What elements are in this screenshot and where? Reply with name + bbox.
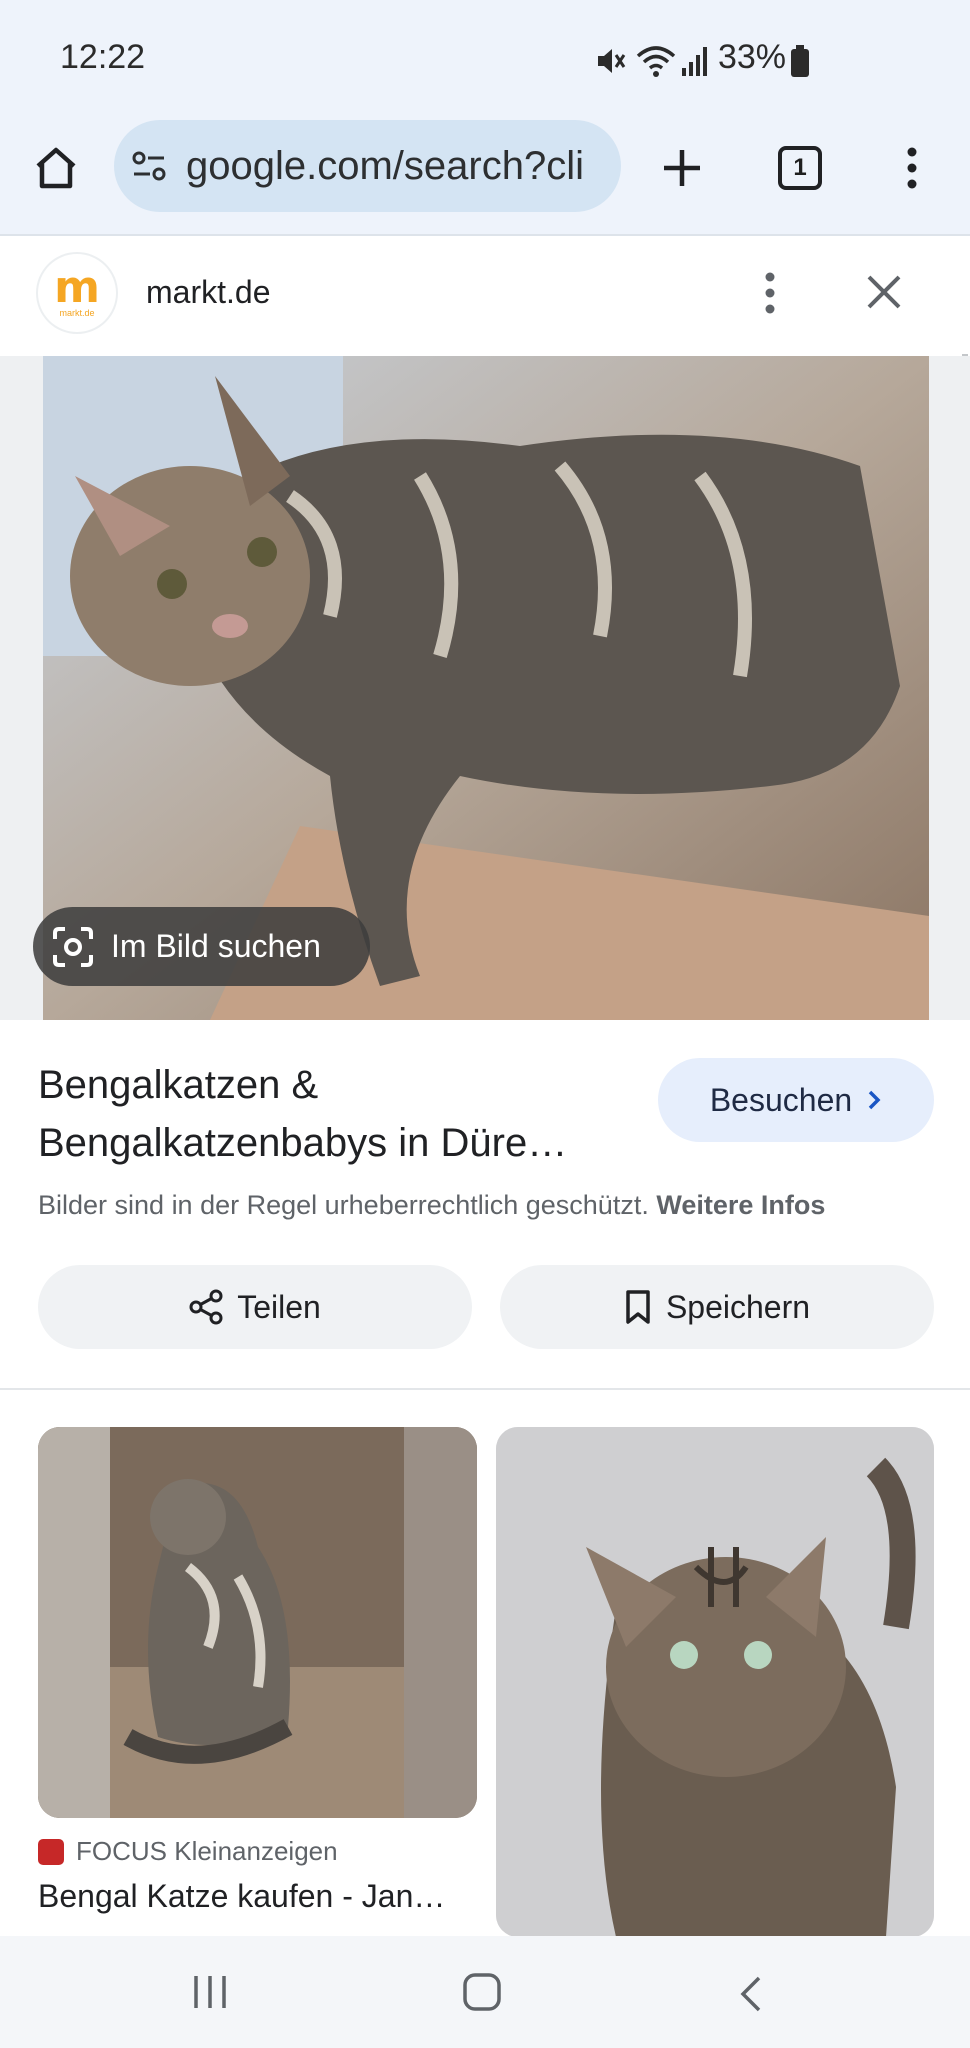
share-icon [189, 1289, 223, 1325]
related-caption-1[interactable]: Bengal Katze kaufen - Jan… [38, 1878, 478, 1915]
panel-header: m markt.de markt.de [0, 236, 970, 354]
save-label: Speichern [665, 1288, 811, 1325]
battery-icon [791, 45, 809, 77]
browser-toolbar: google.com/search?cli 1 [0, 120, 970, 236]
tab-switcher-button[interactable]: 1 [778, 146, 822, 190]
close-icon[interactable] [864, 272, 904, 312]
bengal-cat-photo [496, 1427, 934, 1937]
recents-icon[interactable] [190, 1974, 230, 2010]
title-line-1: Bengalkatzen & [38, 1063, 319, 1107]
copyright-text: Bilder sind in der Regel urheberrechtlic… [38, 1190, 649, 1220]
new-tab-icon[interactable] [660, 146, 704, 190]
copyright-notice: Bilder sind in der Regel urheberrechtlic… [38, 1190, 825, 1221]
site-info-icon[interactable] [130, 147, 168, 185]
visit-button[interactable]: Besuchen [658, 1058, 934, 1142]
url-text[interactable]: google.com/search?cli [186, 144, 606, 189]
logo-letter: m [54, 262, 100, 313]
more-vert-icon[interactable] [900, 144, 924, 192]
bookmark-icon [626, 1290, 650, 1324]
lens-icon [53, 926, 93, 967]
home-icon[interactable] [32, 144, 80, 192]
more-info-link[interactable]: Weitere Infos [656, 1190, 825, 1220]
kitten-photo [38, 1427, 477, 1818]
battery-percent: 33% [717, 38, 786, 76]
lens-search-chip[interactable]: Im Bild suchen [33, 907, 370, 986]
site-name[interactable]: markt.de [146, 274, 270, 311]
share-label: Teilen [237, 1288, 321, 1325]
save-button[interactable]: Speichern [500, 1265, 934, 1349]
wifi-icon [636, 46, 676, 77]
panel-menu-icon[interactable] [760, 270, 780, 316]
clock: 12:22 [60, 38, 146, 76]
divider [0, 1388, 970, 1390]
system-nav-bar [0, 1936, 970, 2048]
back-icon[interactable] [738, 1974, 764, 2014]
source-name: FOCUS Kleinanzeigen [76, 1836, 338, 1866]
mute-icon [598, 49, 626, 73]
logo-sub: markt.de [59, 308, 95, 318]
status-bar: 12:22 33% [0, 0, 970, 120]
source-favicon-icon [38, 1838, 64, 1865]
signal-icon [682, 47, 707, 76]
related-source-1[interactable]: FOCUS Kleinanzeigen [38, 1836, 338, 1867]
related-image-1[interactable] [38, 1427, 477, 1818]
visit-label: Besuchen [709, 1081, 853, 1118]
result-title[interactable]: Bengalkatzen & Bengalkatzenbabys in Düre… [38, 1056, 648, 1172]
tab-count: 1 [793, 154, 807, 181]
related-image-2[interactable] [496, 1427, 934, 1937]
site-logo: m markt.de [38, 254, 116, 332]
share-button[interactable]: Teilen [38, 1265, 472, 1349]
title-line-2: Bengalkatzenbabys in Düre… [38, 1121, 568, 1165]
address-bar[interactable]: google.com/search?cli [114, 120, 621, 212]
home-nav-icon[interactable] [462, 1972, 502, 2012]
lens-label: Im Bild suchen [111, 928, 321, 964]
chevron-right-icon [868, 1090, 881, 1110]
